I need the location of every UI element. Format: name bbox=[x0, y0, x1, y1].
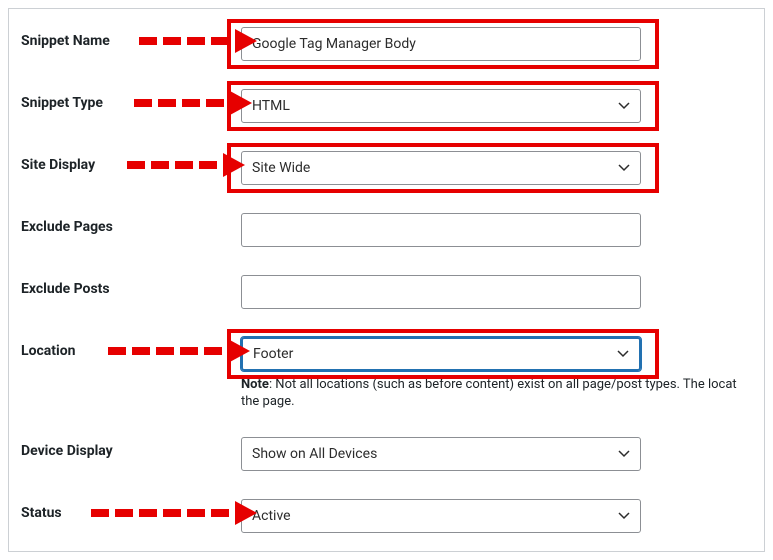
row-status: Status Active bbox=[21, 485, 764, 547]
location-select[interactable]: Footer bbox=[241, 337, 641, 371]
location-note-line2: the page. bbox=[241, 394, 764, 409]
settings-panel: Snippet Name Snippet Type HTML bbox=[8, 8, 765, 552]
site-display-value: Site Wide bbox=[252, 160, 310, 176]
exclude-posts-input[interactable] bbox=[241, 275, 641, 309]
snippet-name-input[interactable] bbox=[241, 27, 641, 61]
note-text-1: : Not all locations (such as before cont… bbox=[269, 377, 737, 392]
label-snippet-name: Snippet Name bbox=[21, 27, 241, 49]
location-value: Footer bbox=[253, 346, 293, 362]
row-snippet-type: Snippet Type HTML bbox=[21, 75, 764, 137]
label-snippet-type: Snippet Type bbox=[21, 89, 241, 111]
chevron-down-icon bbox=[618, 162, 630, 174]
device-display-value: Show on All Devices bbox=[252, 446, 377, 462]
row-snippet-name: Snippet Name bbox=[21, 13, 764, 75]
row-exclude-posts: Exclude Posts bbox=[21, 261, 764, 323]
row-exclude-pages: Exclude Pages bbox=[21, 199, 764, 261]
location-note: Note: Not all locations (such as before … bbox=[241, 377, 764, 392]
row-site-display: Site Display Site Wide bbox=[21, 137, 764, 199]
label-site-display: Site Display bbox=[21, 151, 241, 173]
note-bold: Note bbox=[241, 377, 269, 392]
chevron-down-icon bbox=[618, 448, 630, 460]
site-display-select[interactable]: Site Wide bbox=[241, 151, 641, 185]
status-value: Active bbox=[252, 508, 291, 524]
chevron-down-icon bbox=[617, 348, 629, 360]
row-location: Location Footer Note: Not all locations … bbox=[21, 323, 764, 423]
row-device-display: Device Display Show on All Devices bbox=[21, 423, 764, 485]
exclude-pages-input[interactable] bbox=[241, 213, 641, 247]
chevron-down-icon bbox=[618, 100, 630, 112]
status-select[interactable]: Active bbox=[241, 499, 641, 533]
snippet-type-value: HTML bbox=[252, 98, 290, 114]
chevron-down-icon bbox=[618, 510, 630, 522]
label-exclude-posts: Exclude Posts bbox=[21, 275, 241, 297]
label-status: Status bbox=[21, 499, 241, 521]
label-device-display: Device Display bbox=[21, 437, 241, 459]
device-display-select[interactable]: Show on All Devices bbox=[241, 437, 641, 471]
snippet-type-select[interactable]: HTML bbox=[241, 89, 641, 123]
label-exclude-pages: Exclude Pages bbox=[21, 213, 241, 235]
label-location: Location bbox=[21, 337, 241, 359]
